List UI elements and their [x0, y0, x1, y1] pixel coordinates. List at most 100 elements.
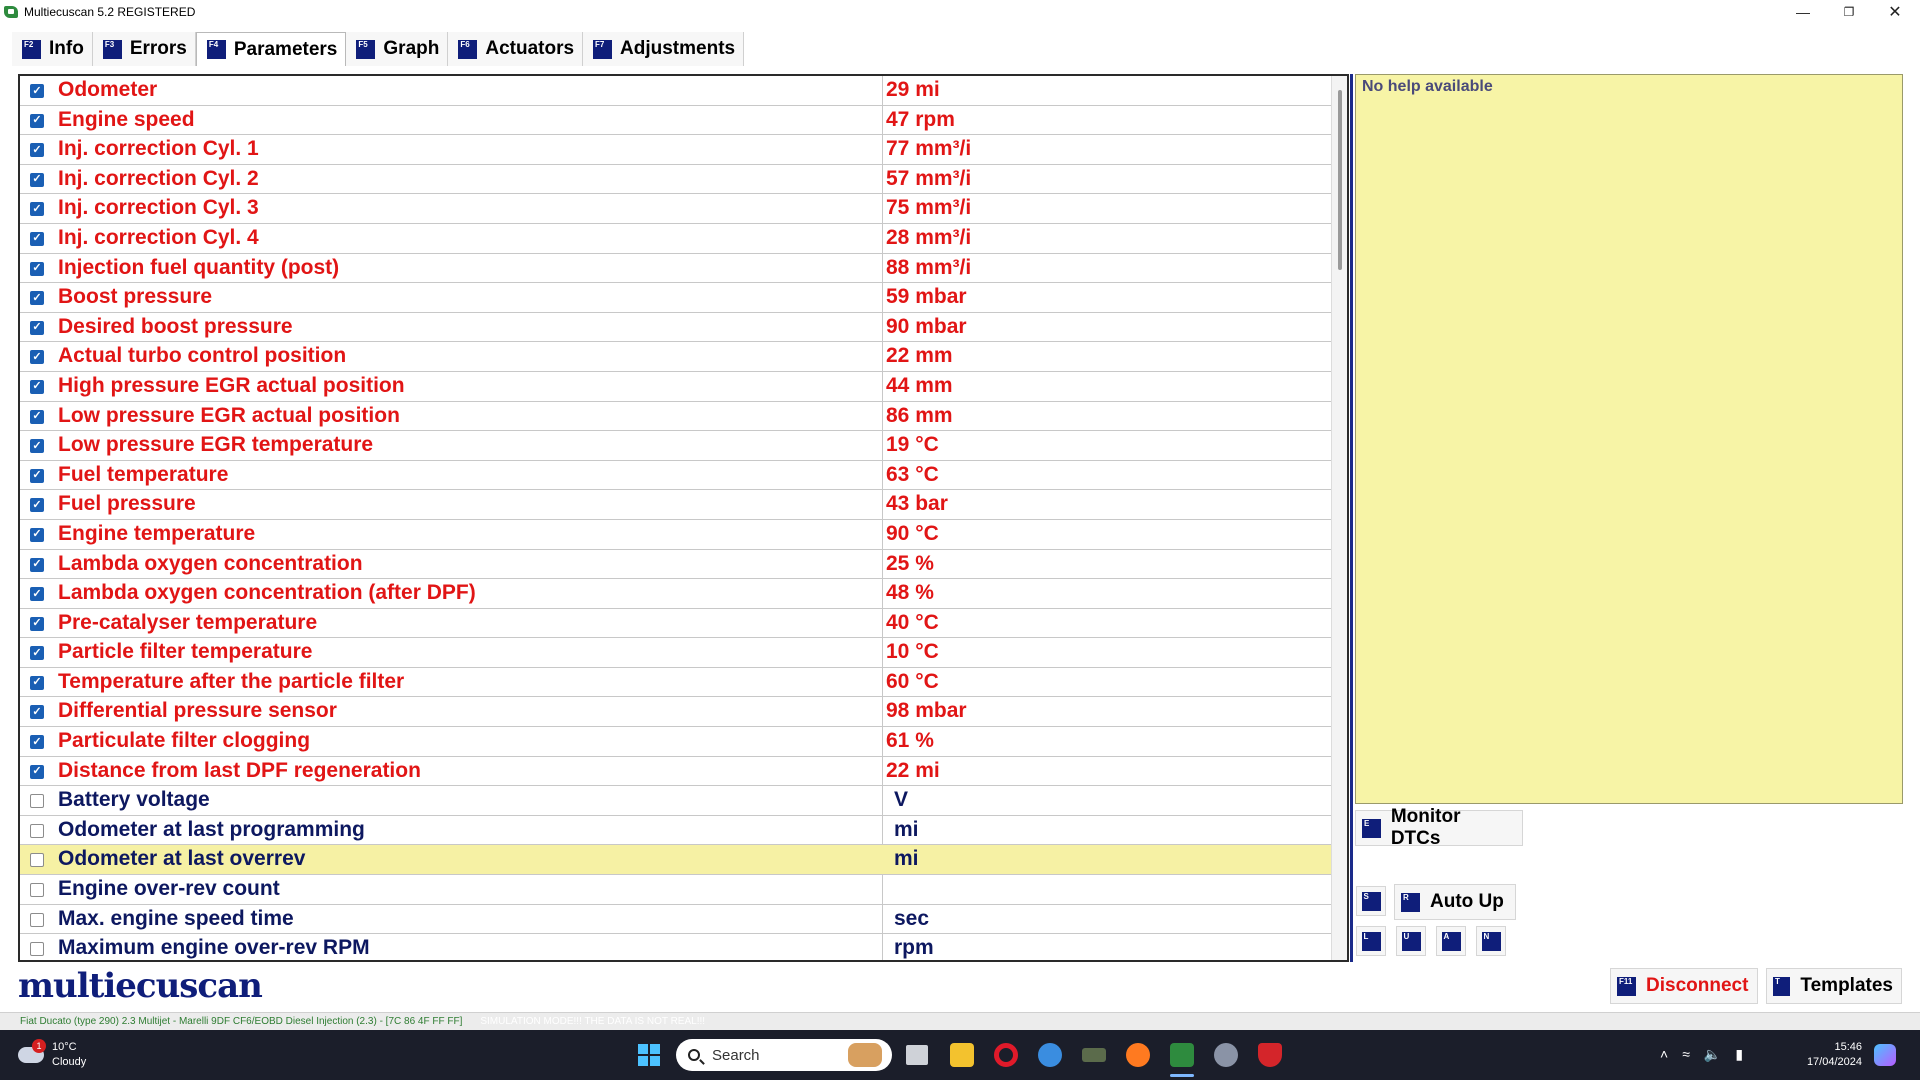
parameter-checkbox[interactable] [30, 764, 44, 779]
parameter-row[interactable]: Boost pressure 59 mbar [20, 283, 1331, 313]
parameter-row[interactable]: Lambda oxygen concentration (after DPF) 4… [20, 579, 1331, 609]
parameter-checkbox[interactable] [30, 143, 44, 158]
parameter-checkbox[interactable] [30, 557, 44, 572]
parameter-checkbox[interactable] [30, 794, 44, 809]
parameter-checkbox[interactable] [30, 705, 44, 720]
scrollbar-thumb[interactable] [1338, 90, 1342, 270]
parameter-row[interactable]: Max. engine speed time sec [20, 905, 1331, 935]
vertical-scrollbar[interactable] [1331, 76, 1347, 960]
parameter-checkbox[interactable] [30, 646, 44, 661]
app-globe-icon[interactable] [1038, 1043, 1062, 1067]
parameter-checkbox[interactable] [30, 527, 44, 542]
parameter-checkbox[interactable] [30, 379, 44, 394]
parameter-checkbox[interactable] [30, 853, 44, 868]
parameter-row[interactable]: Engine speed 47 rpm [20, 106, 1331, 136]
u-button[interactable]: U [1396, 926, 1426, 956]
parameter-row[interactable]: Lambda oxygen concentration 25 % [20, 550, 1331, 580]
parameter-checkbox[interactable] [30, 113, 44, 128]
parameter-row[interactable]: Particle filter temperature 10 °C [20, 638, 1331, 668]
parameter-row[interactable]: Low pressure EGR temperature 19 °C [20, 431, 1331, 461]
file-explorer-icon[interactable] [950, 1043, 974, 1067]
chevron-up-icon[interactable]: ˄ [1660, 1046, 1668, 1063]
security-shield-icon[interactable] [1258, 1043, 1282, 1067]
parameter-checkbox[interactable] [30, 735, 44, 750]
tab-actuators[interactable]: F6 Actuators [448, 32, 584, 66]
start-button[interactable] [638, 1044, 660, 1066]
parameter-row[interactable]: Inj. correction Cyl. 2 57 mm³/i [20, 165, 1331, 195]
parameter-row[interactable]: Odometer at last overrev mi [20, 845, 1331, 876]
wifi-icon[interactable]: ≈ [1682, 1046, 1690, 1063]
parameter-row[interactable]: High pressure EGR actual position 44 mm [20, 372, 1331, 402]
multiecuscan-taskbar-icon[interactable] [1170, 1043, 1194, 1067]
parameter-checkbox[interactable] [30, 291, 44, 306]
monitor-dtcs-button[interactable]: E Monitor DTCs [1355, 806, 1523, 849]
s-button[interactable]: S [1356, 886, 1386, 916]
l-button[interactable]: L [1356, 926, 1386, 956]
parameter-row[interactable]: Low pressure EGR actual position 86 mm [20, 402, 1331, 432]
close-button[interactable]: ✕ [1872, 0, 1918, 24]
copilot-icon[interactable] [1874, 1044, 1896, 1066]
parameter-checkbox[interactable] [30, 261, 44, 276]
parameter-row[interactable]: Engine over-rev count [20, 875, 1331, 905]
parameter-row[interactable]: Fuel temperature 63 °C [20, 461, 1331, 491]
disconnect-button[interactable]: F11 Disconnect [1610, 968, 1758, 1004]
opera-icon[interactable] [994, 1043, 1018, 1067]
task-view-icon[interactable] [906, 1045, 928, 1065]
parameter-checkbox[interactable] [30, 823, 44, 838]
parameter-row[interactable]: Inj. correction Cyl. 4 28 mm³/i [20, 224, 1331, 254]
parameter-row[interactable]: Odometer at last programming mi [20, 816, 1331, 846]
system-tray: ˄ ≈ 🔈 ▮ [1660, 1046, 1743, 1063]
tab-graph[interactable]: F5 Graph [346, 32, 449, 66]
parameter-row[interactable]: Fuel pressure 43 bar [20, 490, 1331, 520]
maximize-button[interactable]: ❐ [1826, 0, 1872, 24]
parameter-row[interactable]: Inj. correction Cyl. 3 75 mm³/i [20, 194, 1331, 224]
parameter-checkbox[interactable] [30, 912, 44, 927]
clock[interactable]: 15:46 17/04/2024 [1806, 1040, 1862, 1070]
tab-adjustments[interactable]: F7 Adjustments [583, 32, 745, 66]
parameter-checkbox[interactable] [30, 675, 44, 690]
battery-icon[interactable]: ▮ [1735, 1046, 1743, 1063]
parameter-row[interactable]: Distance from last DPF regeneration 22 mi [20, 757, 1331, 787]
parameter-checkbox[interactable] [30, 231, 44, 246]
a-button[interactable]: A [1436, 926, 1466, 956]
parameter-checkbox[interactable] [30, 942, 44, 957]
parameter-row[interactable]: Engine temperature 90 °C [20, 520, 1331, 550]
weather-widget[interactable]: 1 10°C Cloudy [18, 1039, 86, 1070]
parameter-checkbox[interactable] [30, 883, 44, 898]
parameter-checkbox[interactable] [30, 498, 44, 513]
parameter-row[interactable]: Odometer 29 mi [20, 76, 1331, 106]
parameter-row[interactable]: Differential pressure sensor 98 mbar [20, 697, 1331, 728]
parameter-checkbox[interactable] [30, 439, 44, 454]
parameter-checkbox[interactable] [30, 616, 44, 631]
parameter-row[interactable]: Injection fuel quantity (post) 88 mm³/i [20, 254, 1331, 284]
auto-up-button[interactable]: R Auto Up [1394, 884, 1516, 920]
templates-button[interactable]: T Templates [1766, 968, 1902, 1004]
n-button[interactable]: N [1476, 926, 1506, 956]
parameter-checkbox[interactable] [30, 587, 44, 602]
parameter-row[interactable]: Temperature after the particle filter 60 … [20, 668, 1331, 698]
parameter-checkbox[interactable] [30, 202, 44, 217]
volume-icon[interactable]: 🔈 [1704, 1046, 1721, 1063]
parameter-checkbox[interactable] [30, 320, 44, 335]
firefox-icon[interactable] [1126, 1043, 1150, 1067]
parameter-checkbox[interactable] [30, 172, 44, 187]
parameter-row[interactable]: Actual turbo control position 22 mm [20, 342, 1331, 372]
parameter-row[interactable]: Inj. correction Cyl. 1 77 mm³/i [20, 135, 1331, 165]
tab-info[interactable]: F2 Info [12, 32, 93, 66]
parameter-checkbox[interactable] [30, 409, 44, 424]
parameter-checkbox[interactable] [30, 84, 44, 98]
minimize-button[interactable]: — [1780, 0, 1826, 24]
parameter-row[interactable]: Particulate filter clogging 61 % [20, 727, 1331, 757]
settings-icon[interactable] [1214, 1043, 1238, 1067]
parameter-checkbox[interactable] [30, 350, 44, 365]
parameter-checkbox[interactable] [30, 468, 44, 483]
panel-splitter[interactable] [1350, 74, 1353, 962]
tab-errors[interactable]: F3 Errors [92, 32, 196, 66]
parameter-row[interactable]: Desired boost pressure 90 mbar [20, 313, 1331, 343]
taskbar-search[interactable]: Search [676, 1039, 892, 1071]
parameter-row[interactable]: Pre-catalyser temperature 40 °C [20, 609, 1331, 639]
parameter-row[interactable]: Maximum engine over-rev RPM rpm [20, 934, 1331, 960]
parameter-row[interactable]: Battery voltage V [20, 786, 1331, 816]
app-terminal-icon[interactable] [1082, 1048, 1106, 1062]
tab-parameters[interactable]: F4 Parameters [195, 32, 347, 66]
